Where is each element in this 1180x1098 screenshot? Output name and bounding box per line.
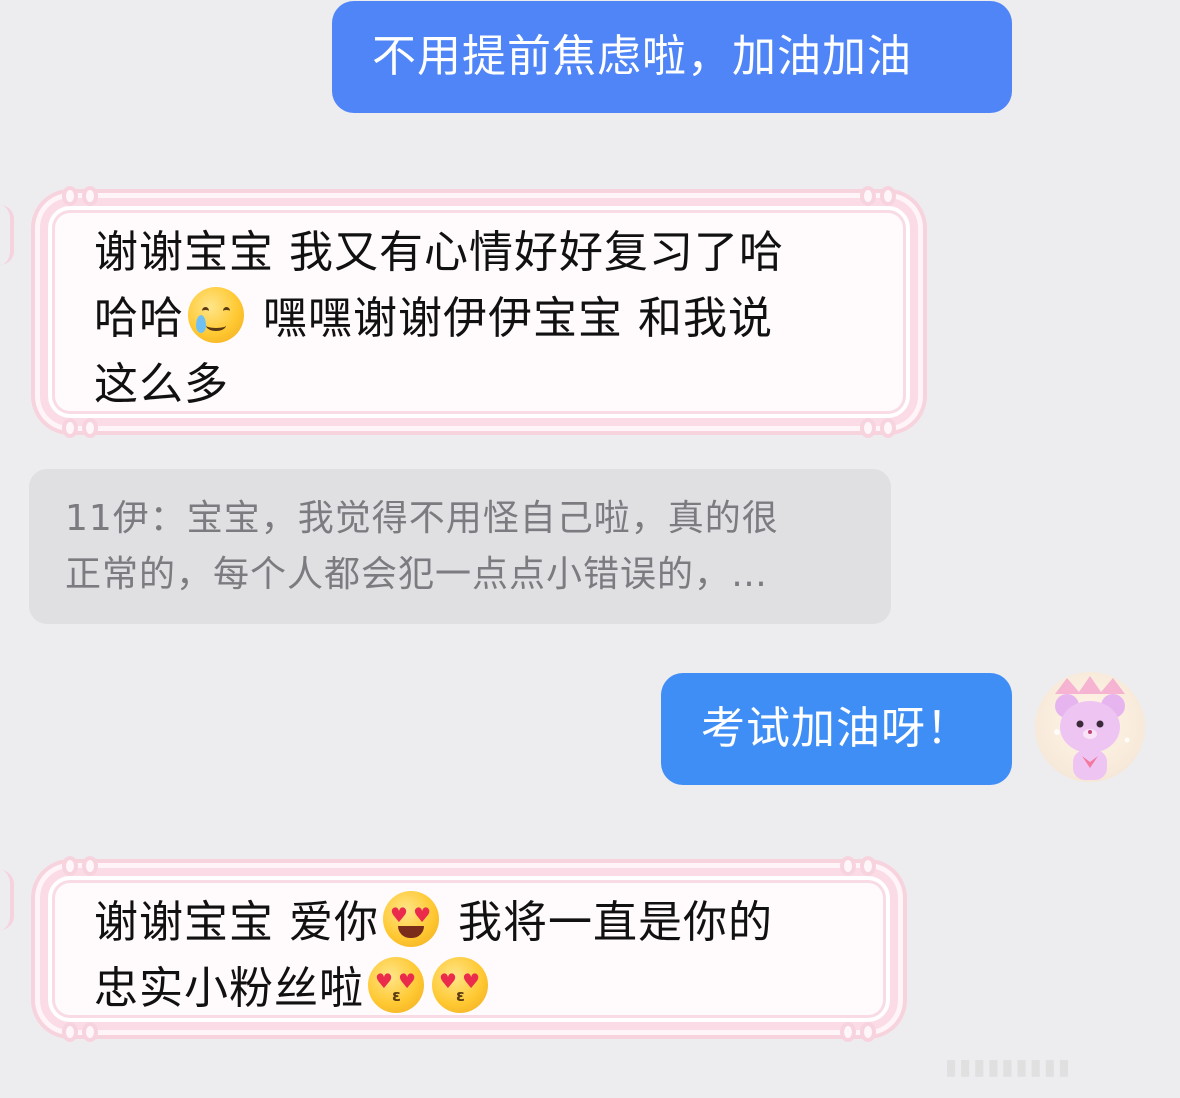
bow-decoration xyxy=(62,418,98,440)
bow-decoration xyxy=(62,186,98,208)
message-text-line: 谢谢宝宝 爱你 ♥ ♥ 我将一直是你的 xyxy=(94,890,850,956)
bow-decoration xyxy=(62,856,98,878)
incoming-avatar-edge xyxy=(0,205,14,265)
bow-decoration xyxy=(860,418,896,440)
incoming-message-bubble[interactable]: 谢谢宝宝 我又有心情好好复习了哈 哈哈 嘿嘿谢谢伊伊宝宝 和我说 这么多 xyxy=(40,186,918,438)
message-text-line: 谢谢宝宝 我又有心情好好复习了哈 xyxy=(94,227,784,278)
incoming-avatar-edge xyxy=(0,870,14,930)
kissing-heart-emoji-icon: ♥ ♥ ε xyxy=(368,957,424,1013)
crying-smile-emoji-icon xyxy=(188,287,244,343)
quoted-reply[interactable]: 11伊：宝宝，我觉得不用怪自己啦，真的很 正常的，每个人都会犯一点点小错误的，… xyxy=(29,469,891,624)
kissing-heart-emoji-icon: ♥ ♥ ε xyxy=(432,957,488,1013)
message-text-line: 忠实小粉丝啦 ♥ ♥ ε ♥ ♥ ε xyxy=(94,956,850,1022)
outgoing-message-bubble[interactable]: 不用提前焦虑啦，加油加油 xyxy=(332,1,1012,113)
pink-bear-avatar-icon xyxy=(1054,676,1130,780)
message-text: 不用提前焦虑啦，加油加油 xyxy=(372,31,912,82)
incoming-message-bubble[interactable]: 谢谢宝宝 爱你 ♥ ♥ 我将一直是你的 忠实小粉丝啦 ♥ ♥ ε ♥ ♥ ε xyxy=(40,856,898,1042)
user-avatar[interactable] xyxy=(1035,672,1145,782)
message-text: 考试加油呀！ xyxy=(701,703,971,754)
quote-text-line: 11伊：宝宝，我觉得不用怪自己啦，真的很 xyxy=(65,498,779,539)
message-text-line: 这么多 xyxy=(94,359,229,410)
heart-eyes-emoji-icon: ♥ ♥ xyxy=(383,891,439,947)
chat-area: 不用提前焦虑啦，加油加油 谢谢宝宝 我又有心情好好复习了哈 哈哈 嘿嘿谢谢伊伊宝… xyxy=(0,0,1180,1098)
outgoing-message-bubble[interactable]: 考试加油呀！ xyxy=(661,673,1012,785)
message-text-line: 哈哈 嘿嘿谢谢伊伊宝宝 和我说 xyxy=(94,286,870,352)
bow-decoration xyxy=(840,1022,876,1044)
quote-text-line: 正常的，每个人都会犯一点点小错误的，… xyxy=(65,554,769,595)
bow-decoration xyxy=(840,856,876,878)
bow-decoration xyxy=(860,186,896,208)
bow-decoration xyxy=(62,1022,98,1044)
watermark: ▮▮▮▮▮▮▮▮▮ xyxy=(945,1055,1072,1080)
